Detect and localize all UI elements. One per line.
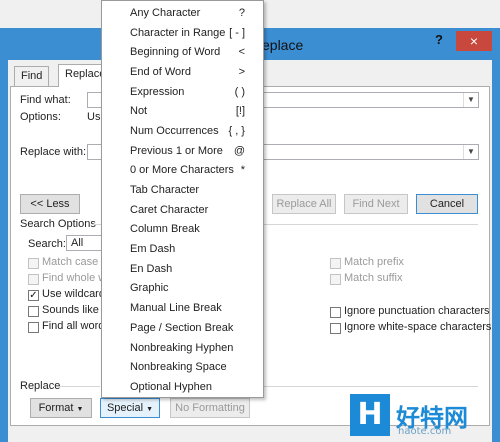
watermark-logo-icon: H: [350, 394, 390, 436]
find-next-button[interactable]: Find Next: [344, 194, 408, 214]
chevron-down-icon[interactable]: ▼: [463, 145, 478, 159]
ignore-punctuation-checkbox[interactable]: [330, 307, 341, 318]
options-label: Options:: [20, 111, 61, 123]
format-button[interactable]: Format ▼: [30, 398, 92, 418]
menu-item-em-dash[interactable]: Em Dash: [102, 240, 263, 259]
find-whole-words-label: Find whole w: [42, 272, 107, 284]
match-case-checkbox[interactable]: [28, 258, 39, 269]
menu-item-manual-line-break[interactable]: Manual Line Break: [102, 299, 263, 318]
format-button-label: Format: [38, 402, 74, 414]
menu-item-any-character[interactable]: Any Character?: [102, 4, 263, 23]
search-direction-select[interactable]: All: [66, 235, 102, 251]
ignore-white-space-label: Ignore white-space characters: [344, 321, 492, 333]
menu-item-caret-character[interactable]: Caret Character: [102, 201, 263, 220]
menu-item-end-of-word[interactable]: End of Word >: [102, 63, 263, 82]
special-button[interactable]: Special ▼: [100, 398, 160, 418]
search-direction-value: All: [71, 237, 84, 249]
search-label: Search:: [28, 238, 66, 250]
tab-replace[interactable]: Replace: [58, 64, 105, 87]
match-suffix-label: Match suffix: [344, 272, 403, 284]
divider: [60, 386, 100, 387]
menu-item-expression[interactable]: Expression( ): [102, 83, 263, 102]
replace-all-button[interactable]: Replace All: [272, 194, 336, 214]
menu-item-page-section-break[interactable]: Page / Section Break: [102, 319, 263, 338]
menu-item-graphic[interactable]: Graphic: [102, 279, 263, 298]
match-case-label: Match case: [42, 256, 99, 268]
menu-item-column-break[interactable]: Column Break: [102, 220, 263, 239]
caret-down-icon: ▼: [76, 406, 84, 413]
chevron-down-icon[interactable]: ▼: [463, 93, 478, 107]
close-button[interactable]: ×: [456, 31, 492, 51]
sounds-like-checkbox[interactable]: [28, 306, 39, 317]
menu-item-num-occurrences[interactable]: Num Occurrences{ , }: [102, 122, 263, 141]
caret-down-icon: ▼: [146, 406, 154, 413]
dialog-title: eplace: [262, 37, 304, 53]
menu-item-tab-character[interactable]: Tab Character: [102, 181, 263, 200]
menu-item-optional-hyphen[interactable]: Optional Hyphen: [102, 378, 263, 397]
special-button-label: Special: [106, 402, 144, 414]
help-button[interactable]: ?: [432, 32, 446, 50]
watermark-url: haote.com: [398, 426, 452, 437]
divider: [264, 224, 478, 225]
divider: [264, 386, 478, 387]
menu-item-beginning-of-word[interactable]: Beginning of Word <: [102, 43, 263, 62]
less-button[interactable]: << Less: [20, 194, 80, 214]
special-menu: Any Character? Character in Range[ - ] B…: [101, 0, 264, 398]
find-whole-words-checkbox[interactable]: [28, 274, 39, 285]
menu-item-nonbreaking-hyphen[interactable]: Nonbreaking Hyphen: [102, 339, 263, 358]
menu-item-previous-1-or-more[interactable]: Previous 1 or More @: [102, 142, 263, 161]
find-all-word-forms-label: Find all word: [42, 320, 105, 332]
use-wildcards-checkbox[interactable]: ✓: [28, 290, 39, 301]
menu-item-0-or-more-characters[interactable]: 0 or More Characters *: [102, 161, 263, 180]
find-all-word-forms-checkbox[interactable]: [28, 322, 39, 333]
ignore-white-space-checkbox[interactable]: [330, 323, 341, 334]
find-what-label: Find what:: [20, 94, 71, 106]
use-wildcards-label: Use wildcard: [42, 288, 105, 300]
tab-find[interactable]: Find: [14, 66, 50, 86]
menu-item-nonbreaking-space[interactable]: Nonbreaking Space: [102, 358, 263, 377]
match-prefix-label: Match prefix: [344, 256, 404, 268]
sounds-like-label: Sounds like (: [42, 304, 106, 316]
dialog-frame-right: [492, 60, 500, 442]
ignore-punctuation-label: Ignore punctuation characters: [344, 305, 490, 317]
cancel-button[interactable]: Cancel: [416, 194, 478, 214]
menu-item-not[interactable]: Not [!]: [102, 102, 263, 121]
match-suffix-checkbox[interactable]: [330, 274, 341, 285]
replace-with-label: Replace with:: [20, 146, 87, 158]
search-options-heading: Search Options: [20, 218, 96, 230]
dialog-frame-left: [0, 60, 8, 442]
no-formatting-button[interactable]: No Formatting: [170, 398, 250, 418]
match-prefix-checkbox[interactable]: [330, 258, 341, 269]
replace-section-heading: Replace: [20, 380, 61, 392]
menu-item-character-in-range[interactable]: Character in Range[ - ]: [102, 24, 263, 43]
menu-item-en-dash[interactable]: En Dash: [102, 260, 263, 279]
